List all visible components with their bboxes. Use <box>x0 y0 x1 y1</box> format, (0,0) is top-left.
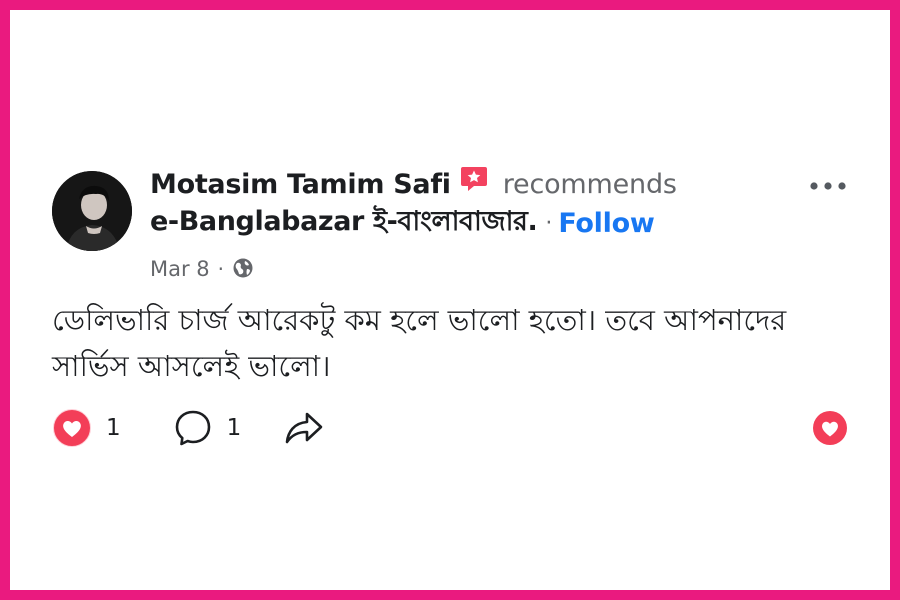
author-name[interactable]: Motasim Tamim Safi <box>150 169 451 200</box>
heart-reaction-icon <box>53 409 91 447</box>
separator-dot: · <box>545 210 553 236</box>
review-post: Motasim Tamim Safi recommends e-Banglaba… <box>10 10 890 590</box>
share-icon <box>285 412 323 444</box>
recommends-text: recommends <box>502 168 677 200</box>
avatar[interactable] <box>52 171 132 251</box>
love-count: 1 <box>106 415 121 441</box>
comment-button[interactable]: 1 <box>173 408 242 448</box>
recommend-icon <box>459 165 489 197</box>
post-date[interactable]: Mar 8 <box>150 257 210 281</box>
follow-button[interactable]: Follow <box>558 208 654 239</box>
globe-icon[interactable] <box>232 257 254 283</box>
share-button[interactable] <box>283 408 325 448</box>
pink-frame: Motasim Tamim Safi recommends e-Banglaba… <box>0 0 900 600</box>
post-meta: Mar 8 · <box>150 254 254 284</box>
heart-react-button-icon <box>813 411 847 445</box>
more-options-button[interactable] <box>806 172 850 200</box>
page-name[interactable]: e-Banglabazar ই-বাংলাবাজার. <box>150 201 538 246</box>
page-line: e-Banglabazar ই-বাংলাবাজার. · Follow <box>150 201 655 246</box>
love-reaction-button[interactable]: 1 <box>52 408 121 448</box>
meta-separator-dot: · <box>217 257 225 281</box>
comment-icon <box>175 410 210 446</box>
comment-count: 1 <box>226 415 242 441</box>
action-bar: 1 1 <box>52 406 325 450</box>
review-text: ডেলিভারি চার্জ আরেকটু কম হলে ভালো হতো। ত… <box>52 303 787 383</box>
author-line: Motasim Tamim Safi recommends <box>150 164 677 204</box>
react-button[interactable] <box>812 410 848 446</box>
more-dots-icon <box>810 182 846 190</box>
